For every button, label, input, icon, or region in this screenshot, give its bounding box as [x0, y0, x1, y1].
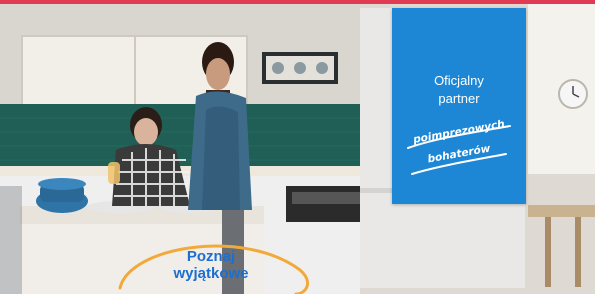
leaf-icon [272, 62, 284, 74]
wall-art [262, 52, 338, 84]
cta-line-2: wyjątkowe [173, 265, 249, 282]
promo-banner[interactable]: Oficjalny partner poimprezowych bohateró… [0, 0, 595, 294]
leaf-icon [316, 62, 328, 74]
promo-line-1: Oficjalny [434, 73, 484, 88]
tile-backsplash [0, 104, 360, 166]
cta-line-1: Poznaj [186, 248, 236, 265]
promo-card[interactable]: Oficjalny partner poimprezowych bohateró… [392, 8, 526, 204]
cta-text[interactable]: Poznaj wyjątkowe [150, 248, 272, 282]
promo-line-2: partner [438, 91, 480, 106]
leaf-icon [294, 62, 306, 74]
